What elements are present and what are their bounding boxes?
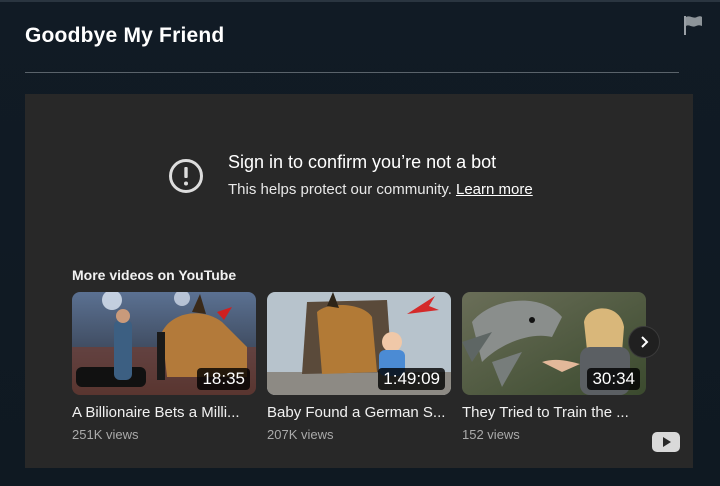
video-duration: 30:34 [587, 368, 640, 390]
video-thumbnail[interactable]: 1:49:09 [267, 292, 451, 395]
notice-body: This helps protect our community. Learn m… [228, 181, 533, 198]
next-videos-button[interactable] [628, 326, 660, 358]
video-embed[interactable]: Sign in to confirm you’re not a bot This… [25, 94, 693, 468]
video-duration: 18:35 [197, 368, 250, 390]
notice-heading: Sign in to confirm you’re not a bot [228, 152, 497, 172]
flag-icon[interactable] [682, 14, 704, 36]
page-title: Goodbye My Friend [25, 24, 225, 47]
video-card[interactable]: 30:34 They Tried to Train the ... 152 vi… [462, 292, 646, 442]
chevron-right-icon [641, 336, 649, 348]
page-frame: Goodbye My Friend Sign in to confirm you… [0, 0, 720, 486]
video-title[interactable]: A Billionaire Bets a Milli... [72, 404, 256, 421]
sign-in-notice: Sign in to confirm you’re not a bot This… [168, 152, 588, 212]
video-thumbnail[interactable]: 30:34 [462, 292, 646, 395]
video-card[interactable]: 1:49:09 Baby Found a German S... 207K vi… [267, 292, 451, 442]
video-card[interactable]: 18:35 A Billionaire Bets a Milli... 251K… [72, 292, 256, 442]
notice-body-text: This helps protect our community. [228, 181, 452, 198]
video-views: 207K views [267, 427, 334, 442]
video-views: 152 views [462, 427, 520, 442]
video-title[interactable]: They Tried to Train the ... [462, 404, 646, 421]
video-duration: 1:49:09 [378, 368, 445, 390]
youtube-logo-icon[interactable] [652, 432, 680, 452]
more-videos-label: More videos on YouTube [72, 267, 237, 283]
learn-more-link[interactable]: Learn more [456, 181, 533, 198]
video-thumbnail[interactable]: 18:35 [72, 292, 256, 395]
alert-circle-icon [169, 159, 203, 193]
video-views: 251K views [72, 427, 139, 442]
divider [25, 72, 679, 73]
video-title[interactable]: Baby Found a German S... [267, 404, 451, 421]
